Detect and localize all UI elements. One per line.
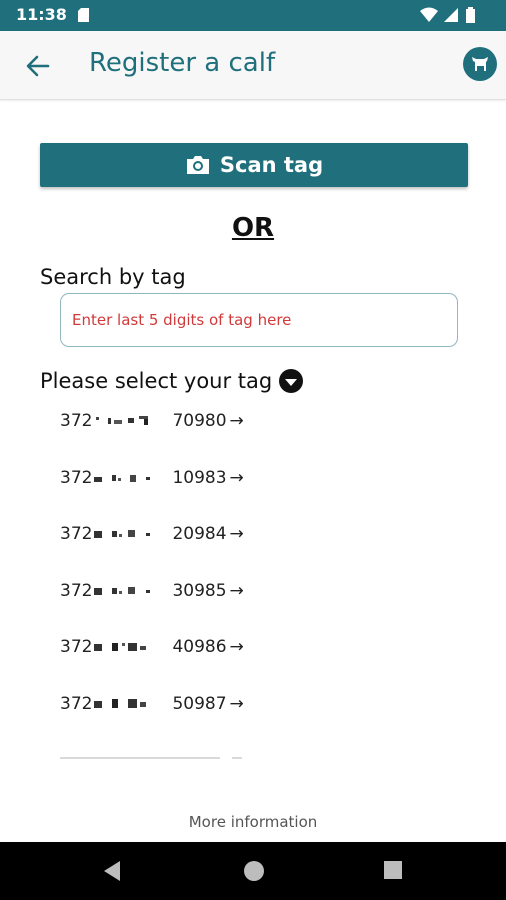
camera-icon	[186, 156, 209, 174]
status-bar: 11:38	[0, 0, 506, 31]
tag-list-item-partial[interactable]	[60, 745, 360, 759]
select-tag-label: Please select your tag	[40, 369, 273, 393]
redacted-digits	[94, 698, 147, 708]
redacted-digits	[94, 530, 151, 539]
redacted-digits	[94, 474, 151, 482]
scan-tag-label: Scan tag	[219, 153, 324, 177]
system-status-icons	[420, 7, 475, 23]
tag-list-item[interactable]: 372 70980 →	[60, 405, 360, 462]
status-time: 11:38	[16, 5, 67, 24]
redacted-digits	[96, 416, 149, 425]
arrow-right-icon: →	[229, 637, 244, 658]
signal-icon	[444, 8, 458, 22]
search-label: Search by tag	[40, 265, 186, 289]
redacted-digits	[94, 643, 147, 652]
battery-icon	[466, 7, 475, 23]
arrow-right-icon: →	[229, 580, 244, 601]
arrow-left-icon[interactable]	[24, 52, 52, 80]
cow-icon	[472, 57, 488, 71]
tag-list-item[interactable]: 372 30985 →	[60, 575, 360, 632]
wifi-icon	[420, 7, 438, 22]
tag-list-item[interactable]: 372 40986 →	[60, 631, 360, 688]
redacted-digits	[94, 586, 151, 595]
app-bar: Register a calf	[0, 31, 506, 100]
dropdown-circle-icon[interactable]	[279, 369, 304, 393]
home-circle-icon[interactable]	[243, 860, 265, 882]
or-divider-text: OR	[231, 213, 275, 243]
arrow-right-icon: →	[229, 411, 244, 431]
page-title: Register a calf	[89, 48, 276, 78]
arrow-right-icon: →	[229, 693, 244, 714]
tag-search-input[interactable]	[60, 293, 458, 347]
cow-button[interactable]	[463, 47, 497, 81]
tag-list-item[interactable]: 372 10983 →	[60, 462, 360, 519]
recents-square-icon[interactable]	[383, 860, 403, 880]
scan-tag-button[interactable]: Scan tag	[40, 143, 468, 187]
arrow-right-icon: →	[229, 524, 244, 545]
sd-card-icon	[78, 8, 89, 22]
tag-list-item[interactable]: 372 50987 →	[60, 688, 360, 745]
arrow-right-icon: →	[229, 467, 244, 488]
cut-off-row	[60, 756, 242, 759]
tag-list-item[interactable]: 372 20984 →	[60, 518, 360, 575]
select-tag-heading: Please select your tag	[40, 369, 304, 393]
back-triangle-icon[interactable]	[102, 860, 122, 882]
more-information-link[interactable]: More information	[0, 813, 506, 831]
tag-list: 372 70980 → 372 10983 → 372 20984 → 372 …	[60, 405, 360, 759]
system-nav-bar	[0, 842, 506, 900]
